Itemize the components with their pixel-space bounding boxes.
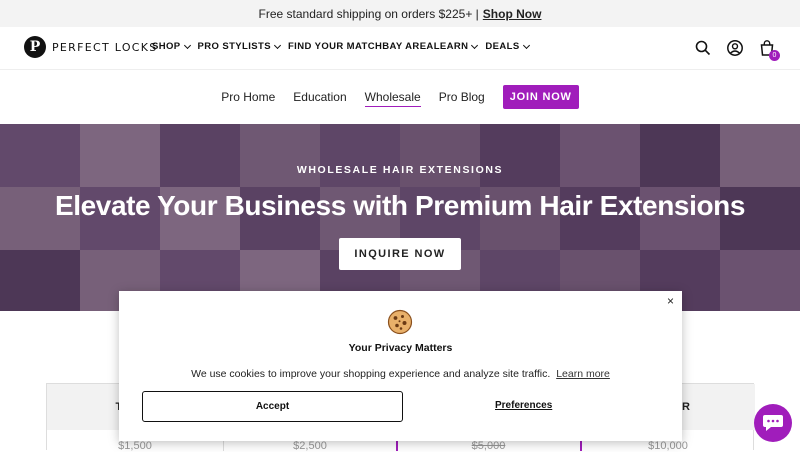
pro-subnav: Pro Home Education Wholesale Pro Blog JO… <box>0 70 800 124</box>
nav-deals[interactable]: DEALS <box>485 41 530 52</box>
logo-mark-icon: P <box>24 36 46 58</box>
learn-more-link[interactable]: Learn more <box>556 368 610 380</box>
nav-find-your-match[interactable]: FIND YOUR MATCH <box>288 41 382 52</box>
hero-title: Elevate Your Business with Premium Hair … <box>54 190 746 221</box>
modal-title: Your Privacy Matters <box>348 342 453 354</box>
modal-body-text: We use cookies to improve your shopping … <box>191 368 610 380</box>
main-nav: SHOP PRO STYLISTS FIND YOUR MATCH BAY AR… <box>152 41 530 52</box>
shop-now-link[interactable]: Shop Now <box>483 7 542 21</box>
hero-banner: WHOLESALE HAIR EXTENSIONS Elevate Your B… <box>0 124 800 311</box>
accept-button[interactable]: Accept <box>142 391 403 422</box>
chevron-down-icon <box>183 41 191 49</box>
nav-shop[interactable]: SHOP <box>152 41 191 52</box>
column-price: $2,500 <box>293 440 327 452</box>
subnav-education[interactable]: Education <box>293 88 346 106</box>
chat-button[interactable] <box>754 404 792 442</box>
subnav-wholesale[interactable]: Wholesale <box>364 88 421 107</box>
site-header: P PERFECT LOCKS SHOP PRO STYLISTS FIND Y… <box>0 27 800 69</box>
cookie-icon <box>387 309 413 335</box>
hero-eyebrow: WHOLESALE HAIR EXTENSIONS <box>296 164 504 176</box>
account-icon[interactable] <box>726 39 744 57</box>
chevron-down-icon <box>273 41 281 49</box>
column-price: $5,000 <box>471 440 506 452</box>
column-price: $1,500 <box>118 440 152 452</box>
column-price: $10,000 <box>648 440 688 452</box>
chevron-down-icon <box>522 41 530 49</box>
cart-count-badge: 0 <box>769 50 780 61</box>
inquire-now-button[interactable]: INQUIRE NOW <box>339 238 461 270</box>
chevron-down-icon <box>471 41 479 49</box>
join-now-button[interactable]: JOIN NOW <box>502 85 579 109</box>
header-icons: 0 <box>694 39 780 61</box>
announcement-text: Free standard shipping on orders $225+ | <box>258 6 479 21</box>
nav-learn[interactable]: LEARN <box>434 41 479 52</box>
nav-bay-area[interactable]: BAY AREA <box>382 41 433 52</box>
announcement-bar: Free standard shipping on orders $225+ |… <box>0 0 800 27</box>
logo[interactable]: P PERFECT LOCKS <box>24 36 158 58</box>
cart-icon[interactable]: 0 <box>758 39 780 61</box>
subnav-pro-home[interactable]: Pro Home <box>221 88 275 106</box>
chat-icon <box>763 415 783 431</box>
nav-pro-stylists[interactable]: PRO STYLISTS <box>198 41 281 52</box>
search-icon[interactable] <box>694 39 712 57</box>
preferences-button[interactable]: Preferences <box>495 400 552 411</box>
cookie-consent-modal: × Your Privacy Matters We use cookies to… <box>119 291 682 441</box>
close-icon[interactable]: × <box>667 294 674 308</box>
subnav-pro-blog[interactable]: Pro Blog <box>439 88 485 106</box>
logo-text: PERFECT LOCKS <box>52 40 158 54</box>
